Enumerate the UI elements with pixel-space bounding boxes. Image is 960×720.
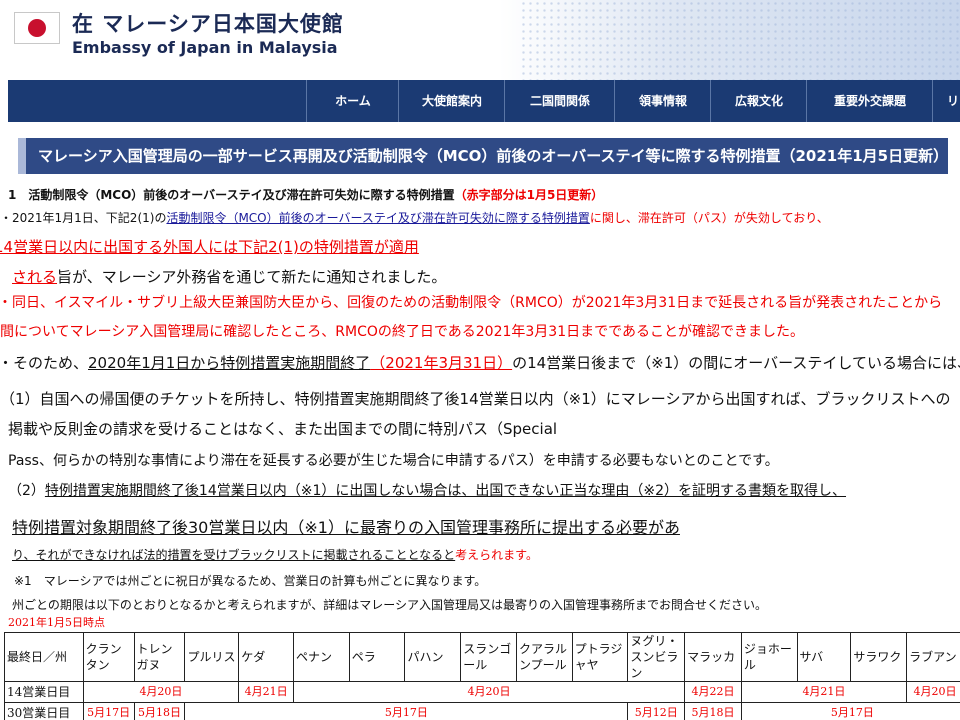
paragraph-line: （2）特例措置実施期間終了後14営業日以内（※1）に出国しない場合は、出国できな… [8, 480, 846, 500]
nav-consular[interactable]: 領事情報 [614, 80, 711, 122]
mco-link[interactable]: 活動制限令（MCO）前後のオーバーステイ及び滞在許可失効に際する特例措置 [166, 211, 589, 225]
row-label: 30営業日目 [4, 702, 84, 720]
deadline-cell: 5月12日 [627, 702, 686, 720]
state-header: プルリス [184, 632, 240, 682]
paragraph-line: ・2021年1月1日、下記2(1)の活動制限令（MCO）前後のオーバーステイ及び… [0, 209, 829, 226]
state-header: ペナン [293, 632, 350, 682]
main-nav: ホーム 大使館案内 二国間関係 領事情報 広報文化 重要外交課題 リ [8, 80, 960, 122]
deadline-cell: 5月17日 [184, 702, 629, 720]
state-header: ジョホール [740, 632, 798, 682]
date-note: 2021年1月5日時点 [8, 616, 105, 629]
deadline-table: 最終日／州 クランタン トレンガヌ プルリス ケダ ペナン ペラ パハン スラン… [4, 632, 960, 720]
page-title: マレーシア入国管理局の一部サービス再開及び活動制限令（MCO）前後のオーバーステ… [18, 138, 948, 174]
text: ・2021年1月1日、下記2(1)の [0, 211, 167, 225]
state-header: クランタン [82, 632, 135, 682]
table-row: 30営業日目 5月17日 5月18日 5月17日 5月12日 5月18日 5月1… [4, 702, 960, 720]
heading-update-note: （赤字部分は1月5日更新） [454, 188, 604, 202]
state-header: パハン [404, 632, 462, 682]
site-header: 在 マレーシア日本国大使館 Embassy of Japan in Malays… [0, 0, 960, 80]
deadline-cell: 4月20日 [906, 681, 960, 703]
paragraph-line: （1）自国への帰国便のチケットを所持し、特例措置実施期間終了後14営業日以内（※… [0, 390, 951, 408]
state-header: スランゴール [460, 632, 517, 682]
text: ・そのため、 [0, 354, 89, 372]
heading-main: 1 活動制限令（MCO）前後のオーバーステイ及び滞在許可失効に際する特例措置 [8, 188, 455, 202]
row-label: 14営業日目 [4, 681, 84, 703]
text: （2） [8, 483, 45, 499]
nav-embassy-info[interactable]: 大使館案内 [398, 80, 505, 122]
state-header: ラブアン [906, 632, 960, 682]
nav-bilateral[interactable]: 二国間関係 [504, 80, 615, 122]
table-row: 14営業日目 4月20日 4月21日 4月20日 4月22日 4月21日 4月2… [4, 681, 960, 703]
state-header: マラッカ [684, 632, 742, 682]
text-red: に関し、滞在許可（パス）が失効しており、 [589, 211, 829, 225]
table-corner: 最終日／州 [4, 632, 84, 682]
text-underlined: 特例措置実施期間終了後14営業日以内（※1）に出国しない場合は、出国できない正当… [44, 483, 847, 499]
site-title-jp[interactable]: 在 マレーシア日本国大使館 [72, 8, 344, 38]
state-header: トレンガヌ [133, 632, 186, 682]
text-underlined: 2020年1月1日から特例措置実施期間終了 [88, 354, 371, 372]
state-header: サバ [796, 632, 852, 682]
footnote: ※1 マレーシアでは州ごとに祝日が異なるため、営業日の計算も州ごとに異なります。 [14, 574, 487, 588]
text-red: （2021年3月31日） [370, 354, 513, 372]
deadline-cell: 4月20日 [292, 681, 686, 703]
deadline-cell: 4月22日 [684, 681, 742, 703]
world-map-decoration [520, 0, 960, 80]
state-header: ケダ [238, 632, 294, 682]
table-header-row: 最終日／州 クランタン トレンガヌ プルリス ケダ ペナン ペラ パハン スラン… [4, 632, 960, 682]
nav-culture[interactable]: 広報文化 [710, 80, 807, 122]
text-red: 考えられます。 [455, 548, 538, 562]
text-underlined: り、それができなければ法的措置を受けブラックリストに掲載されることとなると [12, 548, 456, 562]
deadline-cell: 5月17日 [82, 702, 135, 720]
deadline-cell: 4月21日 [740, 681, 908, 703]
paragraph-line: Pass、何らかの特別な事情により滞在を延長する必要が生じた場合に申請するパス）… [8, 453, 779, 469]
text-red: される [12, 268, 58, 286]
deadline-table-wrapper: 最終日／州 クランタン トレンガヌ プルリス ケダ ペナン ペラ パハン スラン… [4, 632, 960, 720]
footnote: 州ごとの期限は以下のとおりとなるかと考えられますが、詳細はマレーシア入国管理局又… [12, 598, 768, 612]
state-header: ヌグリ・スンビラン [627, 632, 686, 682]
text: の14営業日後まで（※1）の間にオーバーステイしている場合には、 [512, 354, 960, 372]
state-header: プトラジャヤ [571, 632, 629, 682]
nav-more[interactable]: リ [932, 80, 960, 122]
japan-flag-icon[interactable] [14, 12, 60, 44]
paragraph-line: ・そのため、2020年1月1日から特例措置実施期間終了（2021年3月31日）の… [0, 352, 960, 373]
state-header: サラワク [850, 632, 908, 682]
paragraph-line: される旨が、マレーシア外務省を通じて新たに通知されました。 [12, 266, 446, 287]
deadline-cell: 4月20日 [82, 681, 240, 703]
site-title-en[interactable]: Embassy of Japan in Malaysia [72, 38, 338, 57]
text: 旨が、マレーシア外務省を通じて新たに通知されました。 [57, 268, 447, 286]
paragraph-line: 間についてマレーシア入国管理局に確認したところ、RMCOの終了日である2021年… [0, 324, 804, 340]
deadline-cell: 5月18日 [684, 702, 742, 720]
nav-diplomacy[interactable]: 重要外交課題 [806, 80, 933, 122]
paragraph-line: 14営業日以内に出国する外国人には下記2(1)の特例措置が適用 [0, 238, 419, 256]
state-header: ペラ [348, 632, 406, 682]
nav-home[interactable]: ホーム [306, 80, 399, 122]
paragraph-line: 掲載や反則金の請求を受けることはなく、また出国までの間に特別パス（Special [8, 420, 558, 438]
paragraph-line: ・同日、イスマイル・サブリ上級大臣兼国防大臣から、回復のための活動制限令（RMC… [0, 295, 943, 311]
deadline-cell: 4月21日 [238, 681, 294, 703]
deadline-cell: 5月18日 [133, 702, 186, 720]
state-header: クアラルンプール [515, 632, 573, 682]
paragraph-line: り、それができなければ法的措置を受けブラックリストに掲載されることとなると考えら… [12, 546, 538, 563]
paragraph-line: 特例措置対象期間終了後30営業日以内（※1）に最寄りの入国管理事務所に提出する必… [12, 518, 680, 537]
deadline-cell: 5月17日 [740, 702, 960, 720]
section-heading: 1 活動制限令（MCO）前後のオーバーステイ及び滞在許可失効に際する特例措置（赤… [8, 186, 603, 203]
